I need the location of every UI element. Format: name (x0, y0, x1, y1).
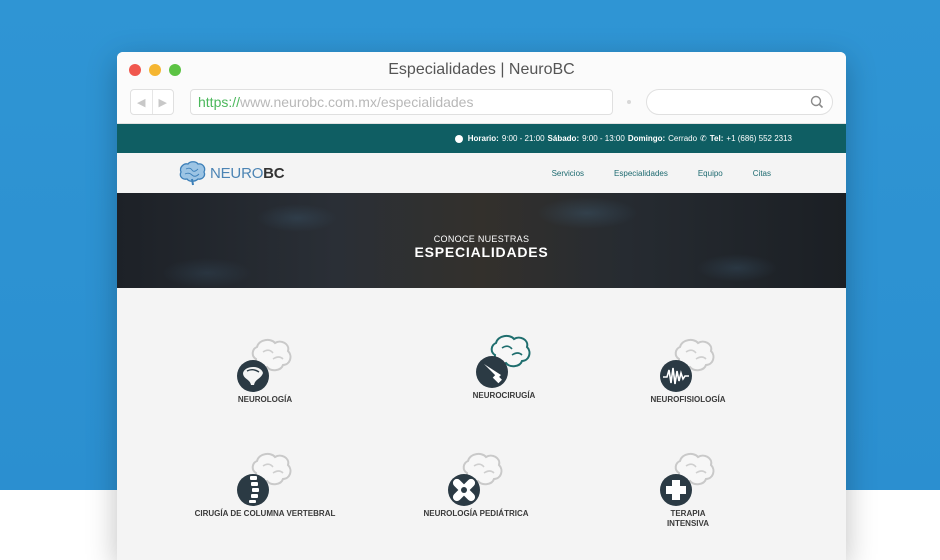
brain-logo-icon (179, 161, 206, 186)
specialty-neurofisiologia[interactable]: NEUROFISIOLOGÍA (598, 337, 778, 405)
hero-banner: CONOCE NUESTRAS ESPECIALIDADES (117, 193, 846, 288)
site-header: NEUROBC Servicios Especialidades Equipo … (117, 153, 846, 193)
brand-name-thin: NEURO (210, 164, 264, 182)
browser-search-field[interactable] (646, 89, 833, 115)
nav-item-servicios[interactable]: Servicios (552, 169, 584, 178)
contact-topbar: Horario: 9:00 - 21:00 Sábado: 9:00 - 13:… (117, 124, 846, 153)
specialty-neurologia-pediatrica[interactable]: NEUROLOGÍA PEDIÁTRICA (386, 451, 566, 519)
history-buttons: ◀ ▶ (130, 89, 174, 115)
specialty-neurocirugia[interactable]: NEUROCIRUGÍA (414, 333, 594, 401)
domingo-label: Domingo: (627, 134, 666, 143)
forward-button[interactable]: ▶ (151, 90, 174, 114)
browser-window: Especialidades | NeuroBC ◀ ▶ https://www… (117, 52, 846, 560)
pulse-wave-icon (660, 338, 715, 392)
scalpel-icon (476, 334, 531, 388)
search-icon (810, 95, 824, 109)
phone-icon: ✆ (700, 134, 707, 143)
hero-title: ESPECIALIDADES (414, 244, 549, 260)
toolbar-separator (627, 100, 631, 104)
specialty-label: NEUROCIRUGÍA (472, 391, 536, 400)
nav-item-citas[interactable]: Citas (753, 169, 771, 178)
tel-label: Tel: (709, 134, 724, 143)
back-button[interactable]: ◀ (131, 90, 152, 114)
address-bar[interactable]: https://www.neurobc.com.mx/especialidade… (190, 89, 613, 115)
url-scheme: https:// (198, 94, 241, 110)
window-title: Especialidades | NeuroBC (388, 61, 575, 78)
specialty-terapia-intensiva[interactable]: TERAPIA INTENSIVA (598, 451, 778, 529)
specialty-label: TERAPIA INTENSIVA (666, 509, 710, 528)
sabado-label: Sábado: (547, 134, 580, 143)
sabado-value: 9:00 - 13:00 (582, 134, 625, 143)
clock-icon (454, 134, 463, 143)
browser-titlebar: Especialidades | NeuroBC ◀ ▶ https://www… (117, 52, 846, 124)
domingo-value: Cerrado (668, 134, 698, 143)
specialty-label: CIRUGÍA DE COLUMNA VERTEBRAL (194, 509, 336, 518)
main-nav: Servicios Especialidades Equipo Citas (552, 169, 771, 178)
horario-value: 9:00 - 21:00 (501, 134, 545, 143)
url-path: www.neurobc.com.mx/especialidades (240, 94, 474, 110)
nav-item-equipo[interactable]: Equipo (698, 169, 723, 178)
brand-name-bold: BC (263, 164, 285, 182)
site-logo[interactable]: NEUROBC (177, 160, 285, 186)
specialty-label: NEUROFISIOLOGÍA (650, 395, 726, 404)
tel-value[interactable]: +1 (686) 552 2313 (726, 134, 792, 143)
horario-label: Horario: (467, 134, 499, 143)
hero-subtitle: CONOCE NUESTRAS (433, 234, 530, 244)
bandage-icon (448, 452, 503, 506)
brain-icon (237, 338, 292, 392)
nav-item-especialidades[interactable]: Especialidades (614, 169, 668, 178)
specialty-label: NEUROLOGÍA PEDIÁTRICA (423, 509, 529, 518)
specialty-label: NEUROLOGÍA (237, 395, 293, 404)
specialty-cirugia-columna[interactable]: CIRUGÍA DE COLUMNA VERTEBRAL (175, 451, 355, 519)
specialty-neurologia[interactable]: NEUROLOGÍA (175, 337, 355, 405)
spine-icon (237, 452, 292, 506)
medical-cross-icon (660, 452, 715, 506)
